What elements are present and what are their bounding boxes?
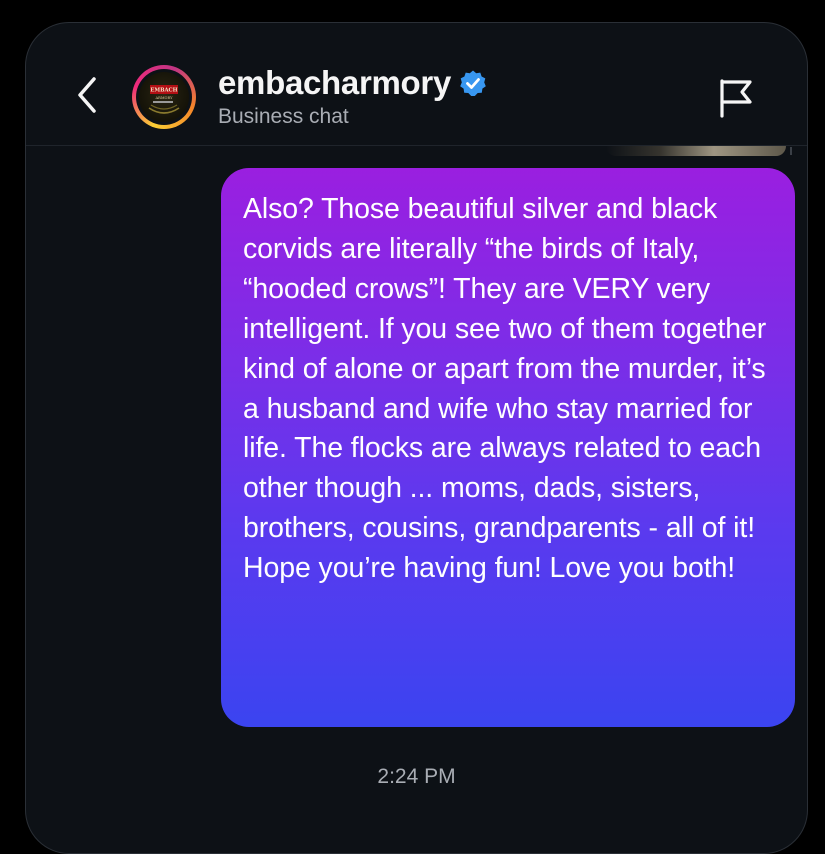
- username: embacharmory: [218, 64, 452, 101]
- verified-badge-icon: [460, 70, 486, 96]
- chevron-left-icon: [78, 77, 96, 113]
- flag-icon: [720, 79, 752, 118]
- scrollbar[interactable]: [790, 147, 792, 155]
- chat-header: EMBACH ARMORY embacharmory Business chat: [26, 23, 807, 145]
- svg-text:EMBACH: EMBACH: [150, 88, 177, 94]
- message-timestamp: 2:24 PM: [377, 765, 456, 788]
- brand-logo: EMBACH ARMORY: [139, 72, 189, 122]
- avatar[interactable]: EMBACH ARMORY: [132, 65, 196, 129]
- message-bubble[interactable]: Also? Those beautiful silver and black c…: [221, 168, 795, 727]
- previous-media-attachment[interactable]: [606, 146, 786, 156]
- svg-text:ARMORY: ARMORY: [155, 96, 174, 100]
- message-text: Also? Those beautiful silver and black c…: [243, 193, 767, 585]
- username-row[interactable]: embacharmory: [218, 61, 487, 105]
- back-button[interactable]: [72, 75, 108, 115]
- chat-window: EMBACH ARMORY embacharmory Business chat: [25, 22, 808, 854]
- report-button[interactable]: [716, 77, 756, 119]
- chat-type-label: Business chat: [218, 105, 349, 128]
